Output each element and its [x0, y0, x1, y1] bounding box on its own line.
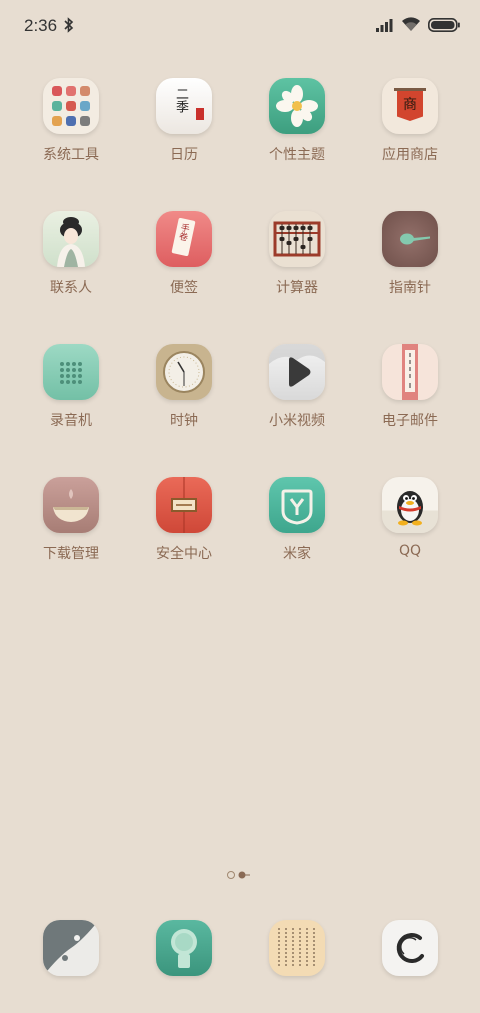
- letter-icon: [382, 344, 438, 400]
- poem-scroll-icon: [269, 920, 325, 976]
- app-label: 录音机: [50, 413, 92, 429]
- tools-folder-icon: [43, 78, 99, 134]
- app-label: 安全中心: [156, 546, 212, 562]
- contact-figure-icon: [43, 211, 99, 267]
- app-label: 计算器: [276, 280, 318, 296]
- calendar-icon: 二季: [156, 78, 212, 134]
- app-notes[interactable]: 手卷 便签: [129, 211, 239, 297]
- ink-circle-icon: [382, 920, 438, 976]
- flower-icon: [269, 78, 325, 134]
- dock-app-yin-yang[interactable]: [43, 920, 99, 976]
- store-banner-icon: 商: [382, 78, 438, 134]
- app-email[interactable]: 电子邮件: [355, 344, 465, 430]
- app-qq[interactable]: QQ: [355, 477, 465, 559]
- security-door-icon: [156, 477, 212, 533]
- penguin-icon: [382, 477, 438, 533]
- compass-spoon-icon: [382, 211, 438, 267]
- app-store[interactable]: 商 应用商店: [355, 78, 465, 164]
- status-time: 2:36: [24, 16, 58, 35]
- banner-pole: [394, 88, 426, 91]
- yin-yang-icon: [43, 920, 99, 976]
- green-seal-icon: [156, 920, 212, 976]
- app-clock[interactable]: 时钟: [129, 344, 239, 430]
- play-icon: [269, 344, 325, 400]
- app-compass[interactable]: 指南针: [355, 211, 465, 297]
- dock-app-ink-circle[interactable]: [382, 920, 438, 976]
- app-label: 时钟: [170, 413, 198, 429]
- app-recorder[interactable]: 录音机: [16, 344, 126, 430]
- app-label: 系统工具: [43, 147, 99, 163]
- status-bar: 2:36: [0, 0, 480, 52]
- red-stamp-icon: [196, 108, 204, 120]
- app-system-tools[interactable]: 系统工具: [16, 78, 126, 164]
- app-label: 电子邮件: [382, 413, 438, 429]
- notes-tag-icon: 手卷: [156, 211, 212, 267]
- app-downloads[interactable]: 下载管理: [16, 477, 126, 563]
- app-label: 便签: [170, 280, 198, 296]
- wifi-icon: [402, 17, 420, 31]
- app-label: 米家: [283, 546, 311, 562]
- battery-icon: [428, 18, 460, 32]
- app-label: 小米视频: [269, 413, 325, 429]
- app-label: 联系人: [50, 280, 92, 296]
- mi-home-icon: [269, 477, 325, 533]
- abacus-icon: [269, 211, 325, 267]
- app-label: 指南针: [389, 280, 431, 296]
- app-label: 个性主题: [269, 147, 325, 163]
- signal-icon: [376, 19, 393, 32]
- app-label: 应用商店: [382, 147, 438, 163]
- app-themes[interactable]: 个性主题: [242, 78, 352, 164]
- app-security[interactable]: 安全中心: [129, 477, 239, 563]
- dock-app-green-seal[interactable]: [156, 920, 212, 976]
- banner-glyph: 商: [403, 97, 417, 113]
- app-calculator[interactable]: 计算器: [242, 211, 352, 297]
- app-contacts[interactable]: 联系人: [16, 211, 126, 297]
- download-bowl-icon: [43, 477, 99, 533]
- app-label: 下载管理: [43, 546, 99, 562]
- app-mi-home[interactable]: 米家: [242, 477, 352, 563]
- page-indicator[interactable]: [226, 870, 252, 880]
- calendar-glyph: 二季: [173, 87, 188, 113]
- clock-icon: [156, 344, 212, 400]
- recorder-grille-icon: [43, 344, 99, 400]
- app-label: QQ: [398, 543, 422, 559]
- bluetooth-icon: [64, 17, 74, 33]
- app-label: 日历: [170, 147, 198, 163]
- app-mi-video[interactable]: 小米视频: [242, 344, 352, 430]
- dock-app-poem-scroll[interactable]: [269, 920, 325, 976]
- app-calendar[interactable]: 二季 日历: [129, 78, 239, 164]
